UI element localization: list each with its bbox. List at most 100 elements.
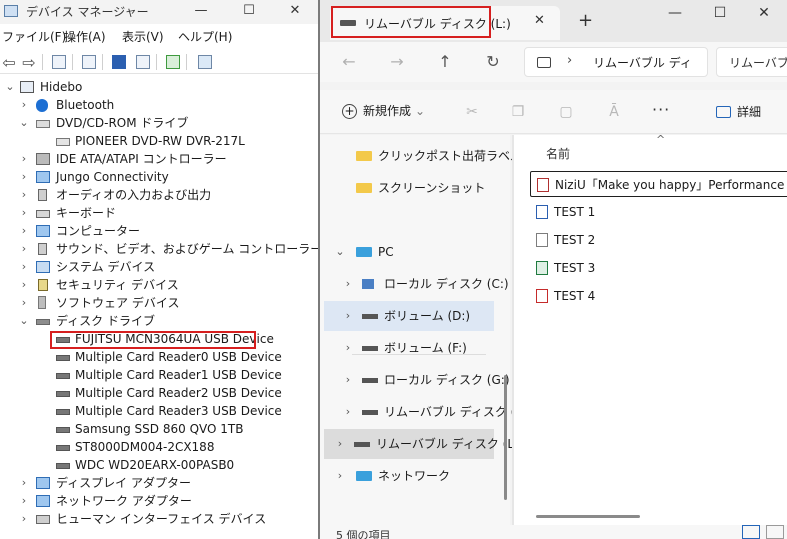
chevron-down-icon[interactable]: ⌄: [18, 312, 30, 330]
file-row[interactable]: TEST 2: [530, 227, 787, 253]
chevron-right-icon[interactable]: ›: [18, 186, 30, 204]
menu-help[interactable]: ヘルプ(H): [178, 28, 232, 45]
close-button[interactable]: ✕: [272, 0, 318, 24]
tree-child-disk-3[interactable]: Multiple Card Reader2 USB Device: [0, 384, 318, 402]
scan-hardware-icon[interactable]: [196, 53, 214, 71]
chevron-down-icon[interactable]: ⌄: [334, 237, 346, 267]
tree-item-disk-drives[interactable]: ⌄ ディスク ドライブ: [0, 312, 318, 330]
tree-item-sound[interactable]: › サウンド、ビデオ、およびゲーム コントローラー: [0, 240, 318, 258]
minimize-button[interactable]: —: [655, 5, 695, 27]
nav-item-pc[interactable]: ⌄ PC: [320, 237, 510, 267]
menu-action[interactable]: 操作(A): [64, 28, 106, 45]
chevron-right-icon[interactable]: ›: [18, 276, 30, 294]
tree-item-dvd-drive[interactable]: ⌄ DVD/CD-ROM ドライブ: [0, 114, 318, 132]
tree-child-disk-5[interactable]: Samsung SSD 860 QVO 1TB: [0, 420, 318, 438]
tree-child-disk-4[interactable]: Multiple Card Reader3 USB Device: [0, 402, 318, 420]
chevron-right-icon[interactable]: ›: [18, 204, 30, 222]
grid-icon[interactable]: [134, 53, 152, 71]
refresh-icon[interactable]: ↻: [480, 51, 506, 73]
chevron-right-icon[interactable]: ›: [342, 269, 354, 299]
tab-close-icon[interactable]: ✕: [534, 13, 545, 28]
rename-icon[interactable]: Ā: [606, 104, 622, 120]
copy-icon[interactable]: ❐: [510, 104, 526, 120]
chevron-right-icon[interactable]: ›: [567, 53, 572, 68]
chevron-right-icon[interactable]: ›: [18, 474, 30, 492]
column-header-name[interactable]: 名前: [546, 145, 570, 162]
chevron-down-icon[interactable]: ⌄: [18, 114, 30, 132]
nav-item-drive-f[interactable]: › ボリューム (F:): [320, 333, 510, 363]
tree-item-bluetooth[interactable]: › Bluetooth: [0, 96, 318, 114]
chevron-down-icon[interactable]: ⌄: [4, 78, 16, 96]
tree-child-disk-6[interactable]: ST8000DM004-2CX188: [0, 438, 318, 456]
file-row[interactable]: TEST 1: [530, 199, 787, 225]
tree-item-keyboard[interactable]: › キーボード: [0, 204, 318, 222]
update-driver-icon[interactable]: [164, 53, 182, 71]
chevron-right-icon[interactable]: ›: [18, 240, 30, 258]
list-icon[interactable]: [80, 53, 98, 71]
nav-item-drive-l-selected[interactable]: › リムーバブル ディスク (L:): [324, 429, 523, 459]
chevron-right-icon[interactable]: ›: [18, 150, 30, 168]
nav-item-drive-c[interactable]: › ローカル ディスク (C:): [320, 269, 510, 299]
forward-arrow-icon[interactable]: →: [384, 51, 410, 73]
nav-item-drive-l[interactable]: › リムーバブル ディスク (L:): [320, 397, 531, 427]
back-arrow-icon[interactable]: ⇦: [0, 53, 18, 72]
up-arrow-icon[interactable]: ↑: [432, 51, 458, 73]
tree-child-dvd-0[interactable]: PIONEER DVD-RW DVR-217L: [0, 132, 318, 150]
more-options-button[interactable]: ···: [652, 100, 670, 119]
tree-item-network[interactable]: › ネットワーク アダプター: [0, 492, 318, 510]
tree-item-hid[interactable]: › ヒューマン インターフェイス デバイス: [0, 510, 318, 528]
tree-child-disk-1[interactable]: Multiple Card Reader0 USB Device: [0, 348, 318, 366]
tree-child-disk-2[interactable]: Multiple Card Reader1 USB Device: [0, 366, 318, 384]
chevron-right-icon[interactable]: ›: [18, 168, 30, 186]
properties-icon[interactable]: [50, 53, 68, 71]
tree-item-jungo[interactable]: › Jungo Connectivity: [0, 168, 318, 186]
menu-view[interactable]: 表示(V): [122, 28, 164, 45]
file-row[interactable]: NiziU「Make you happy」Performance Vi...: [530, 171, 787, 197]
chevron-right-icon[interactable]: ›: [342, 333, 354, 363]
chevron-right-icon[interactable]: ›: [18, 258, 30, 276]
minimize-button[interactable]: —: [178, 0, 224, 24]
horizontal-scrollbar[interactable]: [536, 515, 640, 518]
close-button[interactable]: ✕: [744, 5, 784, 27]
tree-item-security[interactable]: › セキュリティ デバイス: [0, 276, 318, 294]
chevron-right-icon[interactable]: ›: [18, 96, 30, 114]
chevron-right-icon[interactable]: ›: [18, 510, 30, 528]
tree-item-software[interactable]: › ソフトウェア デバイス: [0, 294, 318, 312]
tree-item-ide[interactable]: › IDE ATA/ATAPI コントローラー: [0, 150, 318, 168]
nav-item-clickpost[interactable]: クリックポスト出荷ラベル: [320, 141, 522, 171]
chevron-right-icon[interactable]: ›: [334, 461, 346, 491]
details-pane-button[interactable]: 詳細: [716, 103, 761, 120]
chevron-right-icon[interactable]: ›: [18, 294, 30, 312]
tree-item-audio-io[interactable]: › オーディオの入力および出力: [0, 186, 318, 204]
tiles-view-icon[interactable]: [766, 525, 784, 539]
back-arrow-icon[interactable]: ←: [336, 51, 362, 73]
new-button[interactable]: + 新規作成 ⌄: [342, 102, 425, 119]
tree-item-system[interactable]: › システム デバイス: [0, 258, 318, 276]
chevron-right-icon[interactable]: ›: [334, 429, 346, 459]
maximize-button[interactable]: ☐: [700, 5, 740, 27]
forward-arrow-icon[interactable]: ⇨: [20, 53, 38, 72]
tree-item-display[interactable]: › ディスプレイ アダプター: [0, 474, 318, 492]
chevron-right-icon[interactable]: ›: [18, 492, 30, 510]
new-tab-button[interactable]: +: [578, 10, 593, 31]
menu-file[interactable]: ファイル(F): [2, 28, 66, 45]
search-box[interactable]: リムーバブル: [716, 47, 787, 77]
cut-icon[interactable]: ✂: [464, 104, 480, 120]
nav-item-screenshots[interactable]: スクリーンショット: [320, 173, 510, 203]
tree-child-disk-7[interactable]: WDC WD20EARX-00PASB0: [0, 456, 318, 474]
maximize-button[interactable]: ☐: [226, 0, 272, 24]
nav-item-network[interactable]: › ネットワーク: [320, 461, 510, 491]
nav-item-drive-d[interactable]: › ボリューム (D:): [324, 301, 494, 331]
chevron-right-icon[interactable]: ›: [18, 222, 30, 240]
details-view-icon[interactable]: [742, 525, 760, 539]
nav-scrollbar[interactable]: [504, 375, 507, 500]
address-bar[interactable]: › リムーバブル ディ: [524, 47, 708, 77]
tree-item-computer[interactable]: › コンピューター: [0, 222, 318, 240]
paste-icon[interactable]: ▢: [558, 104, 574, 120]
help-icon[interactable]: [110, 53, 128, 71]
tree-root[interactable]: ⌄ Hidebo: [0, 78, 318, 96]
chevron-right-icon[interactable]: ›: [342, 301, 354, 331]
nav-item-drive-g[interactable]: › ローカル ディスク (G:): [320, 365, 510, 395]
file-row[interactable]: TEST 4: [530, 283, 787, 309]
chevron-right-icon[interactable]: ›: [342, 365, 354, 395]
